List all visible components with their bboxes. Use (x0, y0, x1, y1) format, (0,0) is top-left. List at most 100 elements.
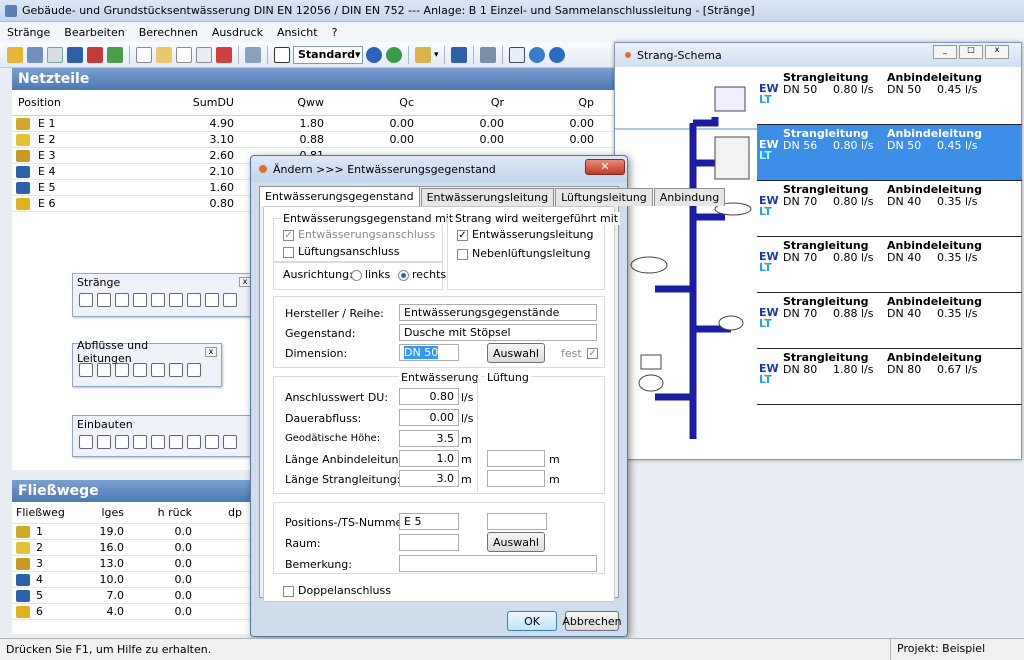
tool-icon[interactable] (151, 363, 165, 377)
menu-ausdruck[interactable]: Ausdruck (205, 26, 270, 39)
globe-icon[interactable] (528, 46, 545, 63)
schema-row[interactable]: EW LT Strangleitung Anbindeleitung DN 70 0.80… (757, 237, 1022, 293)
tab-entwaesserungsgegenstand[interactable]: Entwässerungsgegenstand (259, 186, 420, 206)
col-qp[interactable]: Qp (506, 96, 596, 109)
grid-icon[interactable] (245, 46, 261, 63)
tool-icon[interactable] (223, 293, 237, 307)
house-icon[interactable] (67, 46, 83, 63)
nebenlueftungsleitung-checkbox[interactable]: Nebenlüftungsleitung (457, 247, 591, 260)
ts-nummer-field[interactable] (487, 513, 547, 530)
abbrechen-button[interactable]: Abbrechen (562, 611, 622, 631)
copy-icon[interactable] (176, 46, 192, 63)
schema-row[interactable]: EW LT Strangleitung Anbindeleitung DN 56 0.80… (757, 125, 1022, 181)
menu-berechnen[interactable]: Berechnen (132, 26, 205, 39)
col-position[interactable]: Position (12, 96, 142, 109)
tool-icon[interactable] (133, 363, 147, 377)
raum-auswahl-button[interactable]: Auswahl (487, 532, 545, 552)
lueftungsanschluss-checkbox[interactable]: Lüftungsanschluss (283, 245, 400, 258)
dauerabfluss-field[interactable]: 0.00 (399, 409, 459, 426)
einbauten-toolbox[interactable]: Einbauten (72, 415, 252, 457)
page-icon[interactable] (47, 46, 63, 63)
save-icon[interactable] (450, 46, 467, 63)
delete-icon[interactable] (216, 46, 232, 63)
edit-icon[interactable] (415, 46, 431, 63)
tool-icon[interactable] (115, 435, 129, 449)
refresh-icon[interactable] (107, 46, 123, 63)
col-fliessweg[interactable]: Fließweg (12, 506, 82, 519)
straenge-toolbox[interactable]: Stränge x (72, 273, 256, 317)
tool-icon[interactable] (79, 293, 93, 307)
help-icon[interactable] (548, 46, 565, 63)
hersteller-field[interactable]: Entwässerungsgegenstände (399, 304, 597, 321)
tool-icon[interactable] (223, 435, 237, 449)
dimension-auswahl-button[interactable]: Auswahl (487, 343, 545, 363)
menu-help[interactable]: ? (325, 26, 345, 39)
paste-icon[interactable] (156, 46, 172, 63)
tool-icon[interactable] (115, 293, 129, 307)
filter-icon[interactable] (87, 46, 103, 63)
tool-icon[interactable] (169, 363, 183, 377)
schema-row[interactable]: EW LT Strangleitung Anbindeleitung DN 70 0.80… (757, 181, 1022, 237)
tab-entwaesserungsleitung[interactable]: Entwässerungsleitung (420, 188, 555, 206)
tool-icon[interactable] (151, 435, 165, 449)
schema-row[interactable]: EW LT Strangleitung Anbindeleitung DN 70 0.88… (757, 293, 1022, 349)
tool-icon[interactable] (187, 435, 201, 449)
tool-icon[interactable] (133, 293, 147, 307)
tool-icon[interactable] (79, 435, 93, 449)
table-row[interactable]: 6 4.0 0.0 (12, 604, 252, 620)
table-row[interactable]: 1 19.0 0.0 (12, 524, 252, 540)
laenge-anbindeleitung-field[interactable]: 1.0 (399, 450, 459, 467)
tool-icon[interactable] (151, 293, 165, 307)
positions-nummer-field[interactable]: E 5 (399, 513, 459, 530)
menu-bearbeiten[interactable]: Bearbeiten (57, 26, 131, 39)
bemerkung-field[interactable] (399, 555, 597, 572)
tool-icon[interactable] (79, 363, 93, 377)
schema-row[interactable]: EW LT Strangleitung Anbindeleitung DN 80 1.80… (757, 349, 1022, 405)
monitor-icon[interactable] (274, 46, 290, 63)
aendern-dialog[interactable]: Ändern >>> Entwässerungsgegenstand ✕ Ent… (250, 155, 726, 637)
zoom-icon[interactable] (508, 46, 525, 63)
tool-icon[interactable] (97, 363, 111, 377)
du-field[interactable]: 0.80 (399, 388, 459, 405)
tool-icon[interactable] (187, 363, 201, 377)
entwaesserungsanschluss-checkbox[interactable]: ✓ Entwässerungsanschluss (283, 228, 435, 241)
ok-button[interactable]: OK (507, 611, 557, 631)
minimize-icon[interactable]: _ (933, 45, 957, 59)
table-row[interactable]: 3 13.0 0.0 (12, 556, 252, 572)
strang-schema-window[interactable]: Strang-Schema _ □ x EW LT Strangleitung Anb… (614, 42, 1022, 460)
col-sumdu[interactable]: SumDU (142, 96, 236, 109)
print-icon[interactable] (479, 46, 496, 63)
close-icon[interactable]: x (205, 347, 217, 357)
tool-icon[interactable] (187, 293, 201, 307)
open-folder-icon[interactable] (7, 46, 23, 63)
lueftung-anbindeleitung-field[interactable] (487, 450, 545, 467)
tool-icon[interactable] (205, 435, 219, 449)
fest-checkbox[interactable]: ✓ (587, 346, 602, 359)
col-lges[interactable]: lges (82, 506, 126, 519)
window-icon[interactable] (27, 46, 43, 63)
maximize-icon[interactable]: □ (959, 45, 983, 59)
table-row[interactable]: 4 10.0 0.0 (12, 572, 252, 588)
table-row[interactable]: E 1 4.90 1.80 0.00 0.00 0.00 (12, 116, 620, 132)
schema-drawing[interactable] (615, 67, 757, 447)
l-circle-icon[interactable] (386, 46, 402, 63)
menu-straenge[interactable]: Stränge (0, 26, 57, 39)
raum-field[interactable] (399, 534, 459, 551)
entwaesserungsleitung-checkbox[interactable]: ✓ Entwässerungsleitung (457, 228, 594, 241)
abfluesse-toolbox[interactable]: Abflüsse und Leitungen x (72, 339, 222, 387)
laenge-strangleitung-field[interactable]: 3.0 (399, 470, 459, 487)
tool-icon[interactable] (205, 293, 219, 307)
col-qww[interactable]: Qww (236, 96, 326, 109)
close-icon[interactable]: x (985, 45, 1009, 59)
tab-anbindung[interactable]: Anbindung (653, 188, 726, 206)
lueftung-strangleitung-field[interactable] (487, 470, 545, 487)
gegenstand-field[interactable]: Dusche mit Stöpsel (399, 324, 597, 341)
table-row[interactable]: E 2 3.10 0.88 0.00 0.00 0.00 (12, 132, 620, 148)
rechts-radio[interactable]: rechts (398, 268, 446, 281)
col-dp[interactable]: dp (194, 506, 244, 519)
e-circle-icon[interactable] (366, 46, 382, 63)
col-hrueck[interactable]: h rück (126, 506, 194, 519)
tool-icon[interactable] (115, 363, 129, 377)
tab-lueftungsleitung[interactable]: Lüftungsleitung (555, 188, 653, 206)
table-row[interactable]: 5 7.0 0.0 (12, 588, 252, 604)
